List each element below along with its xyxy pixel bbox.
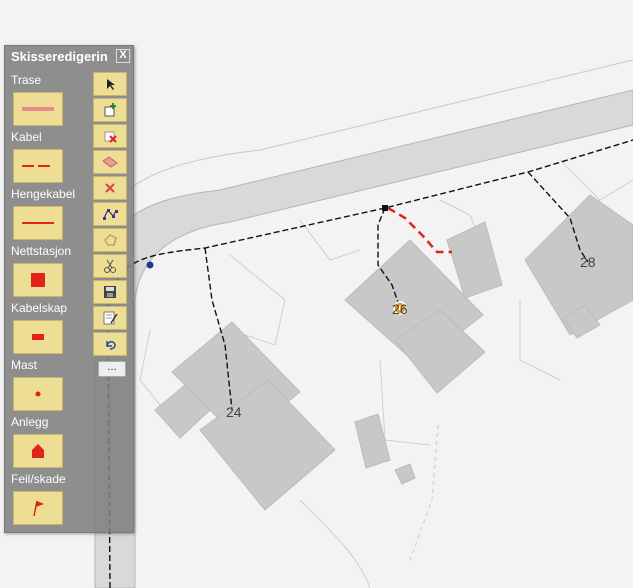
dashed-property-line: [409, 424, 439, 561]
shed: [354, 413, 416, 485]
delete-x-icon: [105, 183, 115, 193]
more-button[interactable]: ...: [98, 361, 126, 377]
delete-sketch-button[interactable]: [93, 124, 127, 148]
cut-button[interactable]: [93, 254, 127, 278]
nettstasjon-button[interactable]: [13, 263, 63, 297]
kabelskap-rect-icon: [32, 334, 44, 340]
edit-vertices-icon: [103, 208, 118, 220]
edit-vertices-button[interactable]: [93, 202, 127, 226]
house-number-24: 24: [226, 404, 242, 420]
trase-line-icon: [22, 107, 54, 111]
kabelskap-button[interactable]: [13, 320, 63, 354]
feil-skade-button[interactable]: [13, 491, 63, 525]
anlegg-button[interactable]: [13, 434, 63, 468]
delete-sketch-icon: [104, 131, 117, 143]
rotate-icon: [104, 234, 117, 246]
hengekabel-line-icon: [22, 222, 54, 224]
feil-flag-icon: [33, 500, 44, 517]
tool-label-nettstasjon: Nettstasjon: [11, 244, 72, 258]
close-button[interactable]: X: [116, 49, 130, 63]
undo-button[interactable]: [93, 332, 127, 356]
eraser-button[interactable]: [93, 150, 127, 174]
save-button[interactable]: [93, 280, 127, 304]
sketch-edit-panel: Skisseredigerin X Trase Kabel Hengekabel…: [4, 45, 134, 533]
cut-icon: [104, 259, 116, 273]
tool-label-trase: Trase: [11, 73, 42, 87]
add-sketch-icon: [104, 103, 116, 117]
undo-icon: [106, 341, 116, 350]
road: [94, 89, 633, 588]
building-24: [154, 321, 336, 511]
mast-dot-icon: [35, 391, 41, 397]
kabel-button[interactable]: [13, 149, 63, 183]
tool-label-kabelskap: Kabelskap: [11, 301, 68, 315]
panel-title: Skisseredigerin: [11, 49, 108, 64]
mast-button[interactable]: [13, 377, 63, 411]
delete-button[interactable]: [93, 176, 127, 200]
house-number-26: 26: [392, 301, 408, 317]
add-sketch-button[interactable]: [93, 98, 127, 122]
sketch-red-line: [387, 206, 452, 254]
cable-junction: [382, 205, 388, 211]
tool-label-hengekabel: Hengekabel: [11, 187, 76, 201]
select-arrow-icon: [107, 79, 115, 90]
save-icon: [104, 286, 116, 298]
kabel-dashed-icon: [22, 165, 54, 167]
nettstasjon-square-icon: [31, 273, 45, 287]
edit-note-button[interactable]: [93, 306, 127, 330]
house-number-28: 28: [580, 254, 596, 270]
rotate-button[interactable]: [93, 228, 127, 252]
tool-label-feil: Feil/skade: [11, 472, 66, 486]
building-28: [524, 194, 633, 339]
edit-note-icon: [103, 311, 118, 325]
hengekabel-button[interactable]: [13, 206, 63, 240]
select-button[interactable]: [93, 72, 127, 96]
trase-button[interactable]: [13, 92, 63, 126]
anlegg-house-icon: [32, 444, 44, 458]
eraser-icon: [102, 156, 118, 168]
blue-point: [146, 261, 154, 269]
tool-label-kabel: Kabel: [11, 130, 42, 144]
tool-label-mast: Mast: [11, 358, 38, 372]
tool-label-anlegg: Anlegg: [11, 415, 49, 429]
